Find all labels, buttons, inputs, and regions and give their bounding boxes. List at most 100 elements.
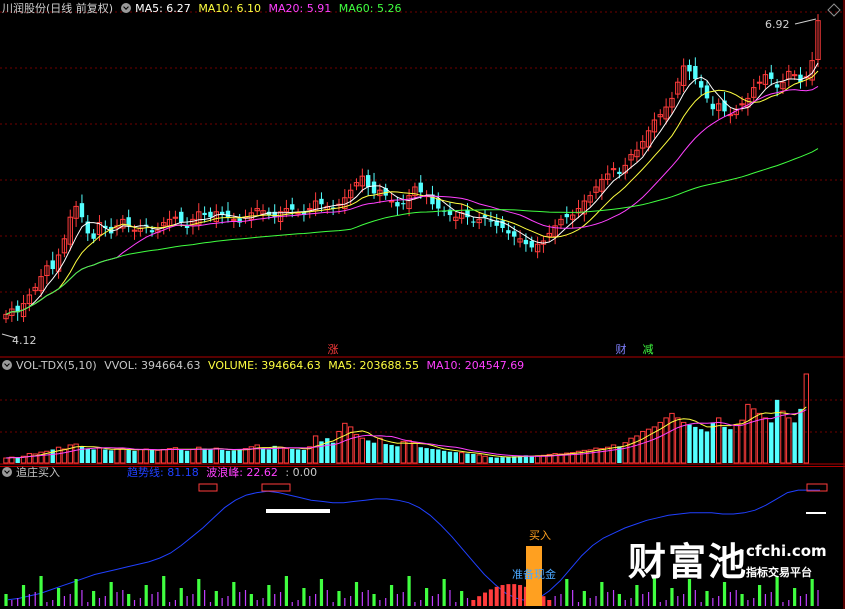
peak-marker bbox=[266, 509, 330, 513]
ma20-label: MA20: 5.91 bbox=[268, 2, 332, 15]
indicator-bar bbox=[659, 602, 661, 606]
candle-body bbox=[202, 212, 207, 216]
candle-body bbox=[769, 72, 774, 79]
volume-bar bbox=[85, 448, 90, 463]
candle-body bbox=[488, 220, 494, 222]
volume-bar bbox=[184, 450, 190, 463]
indicator-bar bbox=[494, 586, 499, 606]
indicator-bar bbox=[354, 582, 359, 606]
indicator-bar bbox=[256, 600, 258, 606]
volume-bar bbox=[266, 449, 272, 463]
volume-label: VOLUME: 394664.63 bbox=[208, 359, 321, 372]
indicator-bar bbox=[204, 590, 206, 606]
indicator-bar bbox=[442, 579, 446, 606]
indicator-bar bbox=[565, 579, 569, 606]
candle-body bbox=[698, 81, 704, 88]
indicator-bar bbox=[541, 596, 546, 606]
buy-signal-label: 买入 bbox=[529, 529, 551, 542]
vvol-label: VVOL: 394664.63 bbox=[104, 359, 201, 372]
volume-bar bbox=[430, 449, 435, 463]
ma10-label: MA10: 6.10 bbox=[198, 2, 262, 15]
indicator-bar bbox=[151, 594, 153, 606]
indicator-bar bbox=[92, 591, 96, 606]
indicator-bar bbox=[512, 584, 517, 606]
indicator-bar bbox=[425, 588, 429, 606]
indicator-bar bbox=[168, 602, 171, 606]
candle-body bbox=[50, 260, 55, 270]
indicator-bar bbox=[677, 596, 679, 606]
indicator-bar bbox=[244, 590, 247, 606]
indicator-bar bbox=[718, 596, 720, 606]
indicator-bar bbox=[577, 602, 580, 606]
vol-ma5-label: MA5: 203688.55 bbox=[328, 359, 419, 372]
indicator-bar bbox=[28, 594, 30, 606]
volume-panel-menu-icon[interactable] bbox=[2, 360, 12, 370]
indicator-bar bbox=[4, 594, 8, 606]
indicator-bar bbox=[174, 600, 177, 606]
indicator-bar bbox=[385, 598, 387, 606]
indicator-bar bbox=[799, 596, 802, 606]
indicator-bar bbox=[63, 596, 66, 606]
watermark-slogan: 指标交易平台 bbox=[746, 566, 812, 579]
volume-bar bbox=[290, 449, 295, 463]
volume-bar bbox=[237, 449, 242, 463]
indicator-bar bbox=[647, 592, 650, 606]
volume-bar bbox=[202, 448, 207, 463]
indicator-bar bbox=[379, 600, 381, 606]
volume-bar bbox=[108, 450, 114, 463]
indicator-bar bbox=[34, 592, 36, 606]
candle-body bbox=[365, 175, 371, 187]
volume-bar bbox=[149, 449, 155, 463]
volume-bar bbox=[219, 449, 225, 463]
candle-body bbox=[149, 230, 155, 233]
indicator-bar bbox=[635, 585, 639, 606]
indicator-bar bbox=[361, 592, 363, 606]
high-marker-label: 6.92 bbox=[765, 18, 790, 31]
indicator-bar bbox=[262, 598, 264, 606]
indicator-bar bbox=[46, 602, 48, 606]
watermark: 财富池 cfchi.com 指标交易平台 bbox=[628, 540, 827, 584]
candle-body bbox=[506, 230, 511, 234]
indicator-bar bbox=[518, 585, 523, 606]
indicator-bar bbox=[267, 585, 271, 606]
indicator-bar bbox=[407, 576, 411, 606]
stock-chart: 6.92 4.12 涨 财 减买入准备现金 bbox=[0, 0, 845, 609]
main-panel-menu-icon[interactable] bbox=[121, 3, 132, 13]
indicator-bar bbox=[291, 602, 293, 606]
volume-bar bbox=[698, 429, 704, 463]
indicator-bar bbox=[372, 594, 376, 606]
vol-ma10-label: MA10: 204547.69 bbox=[426, 359, 525, 372]
indicator-bar bbox=[595, 596, 597, 606]
main-panel-header: 川润股份(日线 前复权) MA5: 6.27 MA10: 6.10 MA20: 5… bbox=[2, 2, 405, 16]
indicator-bar bbox=[133, 600, 136, 606]
volume-bar bbox=[722, 426, 727, 463]
extra-label: : 0.00 bbox=[285, 466, 318, 479]
indicator-bar bbox=[197, 579, 201, 606]
volume-bar bbox=[260, 448, 266, 463]
candle-body bbox=[91, 233, 96, 239]
volume-bar bbox=[769, 422, 774, 463]
volume-bar bbox=[365, 440, 371, 463]
indicator-bar bbox=[624, 600, 626, 606]
volume-bar bbox=[453, 452, 459, 463]
indicator-bar bbox=[722, 582, 727, 606]
indicator-bar bbox=[17, 598, 19, 606]
indicator-bar bbox=[683, 594, 685, 606]
indicator-bar bbox=[179, 588, 183, 606]
candle-body bbox=[523, 239, 529, 245]
indicator-bar bbox=[805, 594, 807, 606]
indicator-bar bbox=[309, 596, 311, 606]
indicator-bar bbox=[471, 600, 476, 606]
volume-bar bbox=[132, 450, 137, 463]
indicator-bar bbox=[753, 598, 755, 606]
ma5-label: MA5: 6.27 bbox=[135, 2, 191, 15]
indicator-bar bbox=[607, 592, 609, 606]
indicator-bar bbox=[449, 590, 451, 606]
indicator-bar bbox=[337, 591, 341, 606]
candle-body bbox=[395, 202, 400, 207]
indicator-panel-menu-icon[interactable] bbox=[2, 467, 12, 477]
candle-body bbox=[512, 231, 517, 237]
indicator-panel-header: 追庄买入 趋势线: 81.18 波浪峰: 22.62 : 0.00 bbox=[2, 466, 321, 480]
indicator-bar bbox=[782, 602, 784, 606]
volume-bar bbox=[225, 450, 231, 463]
